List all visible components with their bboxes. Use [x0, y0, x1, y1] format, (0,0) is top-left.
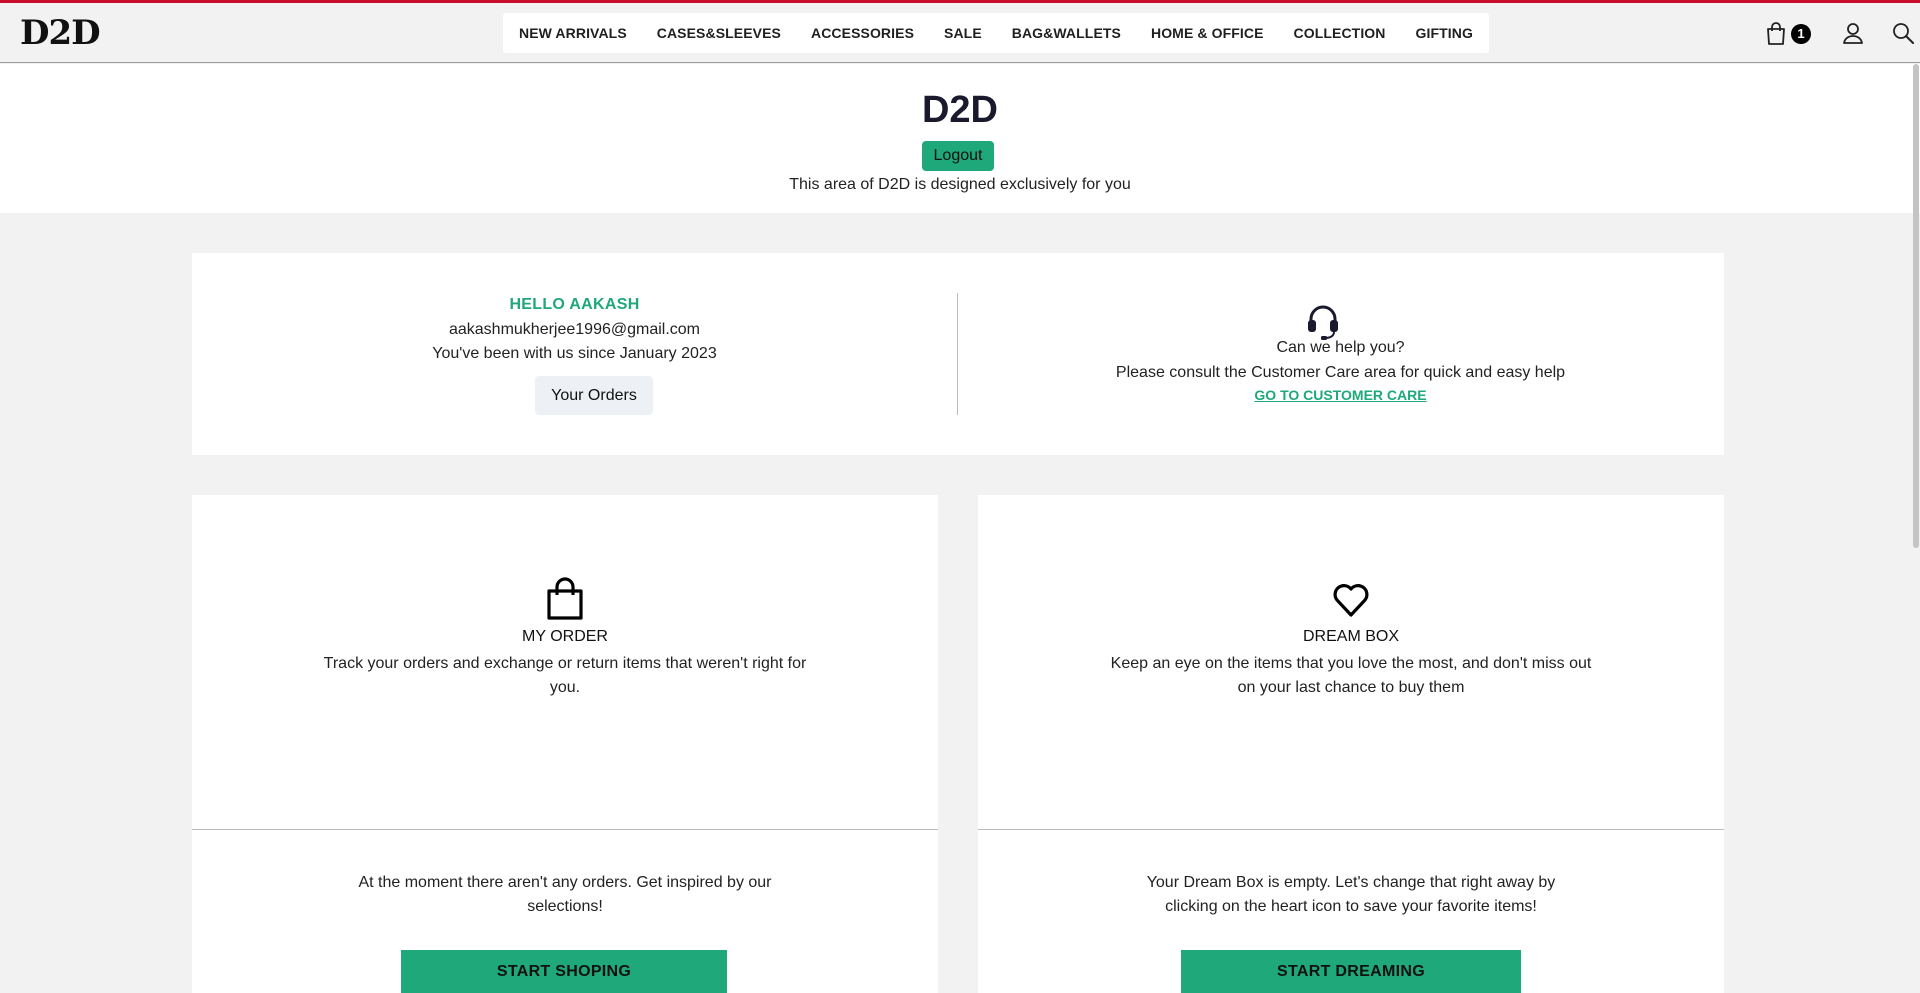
divider: [192, 829, 938, 830]
header-actions: 1: [1720, 3, 1920, 63]
greeting: HELLO AAKASH: [509, 296, 640, 313]
scrollbar-thumb[interactable]: [1913, 64, 1919, 548]
nav-item-bag-wallets[interactable]: BAG&WALLETS: [1012, 25, 1121, 41]
dream-box-title: DREAM BOX: [1302, 628, 1399, 645]
nav-item-collection[interactable]: COLLECTION: [1294, 25, 1386, 41]
page-title: D2D: [921, 89, 999, 131]
your-orders-button[interactable]: Your Orders: [535, 376, 653, 415]
my-order-card: MY ORDER Track your orders and exchange …: [192, 495, 938, 993]
nav-item-cases-sleeves[interactable]: CASES&SLEEVES: [657, 25, 781, 41]
no-orders-text: At the moment there aren't any orders. G…: [358, 874, 772, 915]
nav-item-gifting[interactable]: GIFTING: [1416, 25, 1473, 41]
scrollbar[interactable]: [1912, 64, 1920, 993]
dream-box-card: DREAM BOX Keep an eye on the items that …: [978, 495, 1724, 993]
heart-icon: [1331, 577, 1371, 621]
start-dreaming-button[interactable]: START DREAMING: [1181, 950, 1521, 993]
member-since: You've been with us since January 2023: [432, 345, 717, 362]
my-order-description: Track your orders and exchange or return…: [323, 655, 807, 696]
shopping-bag-icon[interactable]: [1763, 20, 1789, 46]
start-shopping-button[interactable]: START SHOPING: [401, 950, 727, 993]
divider: [978, 829, 1724, 830]
site-header: D2D NEW ARRIVALS CASES&SLEEVES ACCESSORI…: [0, 3, 1920, 63]
shopping-bag-icon: [545, 577, 585, 621]
nav-item-accessories[interactable]: ACCESSORIES: [811, 25, 914, 41]
user-email: aakashmukherjee1996@gmail.com: [448, 321, 701, 338]
headset-icon: [1303, 301, 1343, 341]
site-logo[interactable]: D2D: [20, 13, 101, 53]
nav-item-sale[interactable]: SALE: [944, 25, 982, 41]
dream-box-empty-text: Your Dream Box is empty. Let's change th…: [1146, 874, 1556, 915]
help-text: Please consult the Customer Care area fo…: [1115, 364, 1566, 381]
customer-care-link[interactable]: GO TO CUSTOMER CARE: [957, 387, 1724, 403]
page-subtitle: This area of D2D is designed exclusively…: [789, 176, 1131, 193]
nav-item-home-office[interactable]: HOME & OFFICE: [1151, 25, 1264, 41]
logout-button[interactable]: Logout: [922, 141, 994, 171]
dream-box-description: Keep an eye on the items that you love t…: [1110, 655, 1592, 696]
user-icon[interactable]: [1840, 20, 1866, 46]
main-nav: NEW ARRIVALS CASES&SLEEVES ACCESSORIES S…: [503, 13, 1489, 53]
help-title: Can we help you?: [1276, 339, 1405, 356]
my-order-title: MY ORDER: [522, 628, 608, 645]
nav-item-new-arrivals[interactable]: NEW ARRIVALS: [519, 25, 627, 41]
logo-text: D2D: [20, 13, 101, 53]
account-summary-card: HELLO AAKASH aakashmukherjee1996@gmail.c…: [192, 253, 1724, 455]
cart-count-badge: 1: [1791, 24, 1811, 44]
search-icon[interactable]: [1890, 20, 1916, 46]
account-hero: D2D Logout This area of D2D is designed …: [0, 64, 1920, 213]
